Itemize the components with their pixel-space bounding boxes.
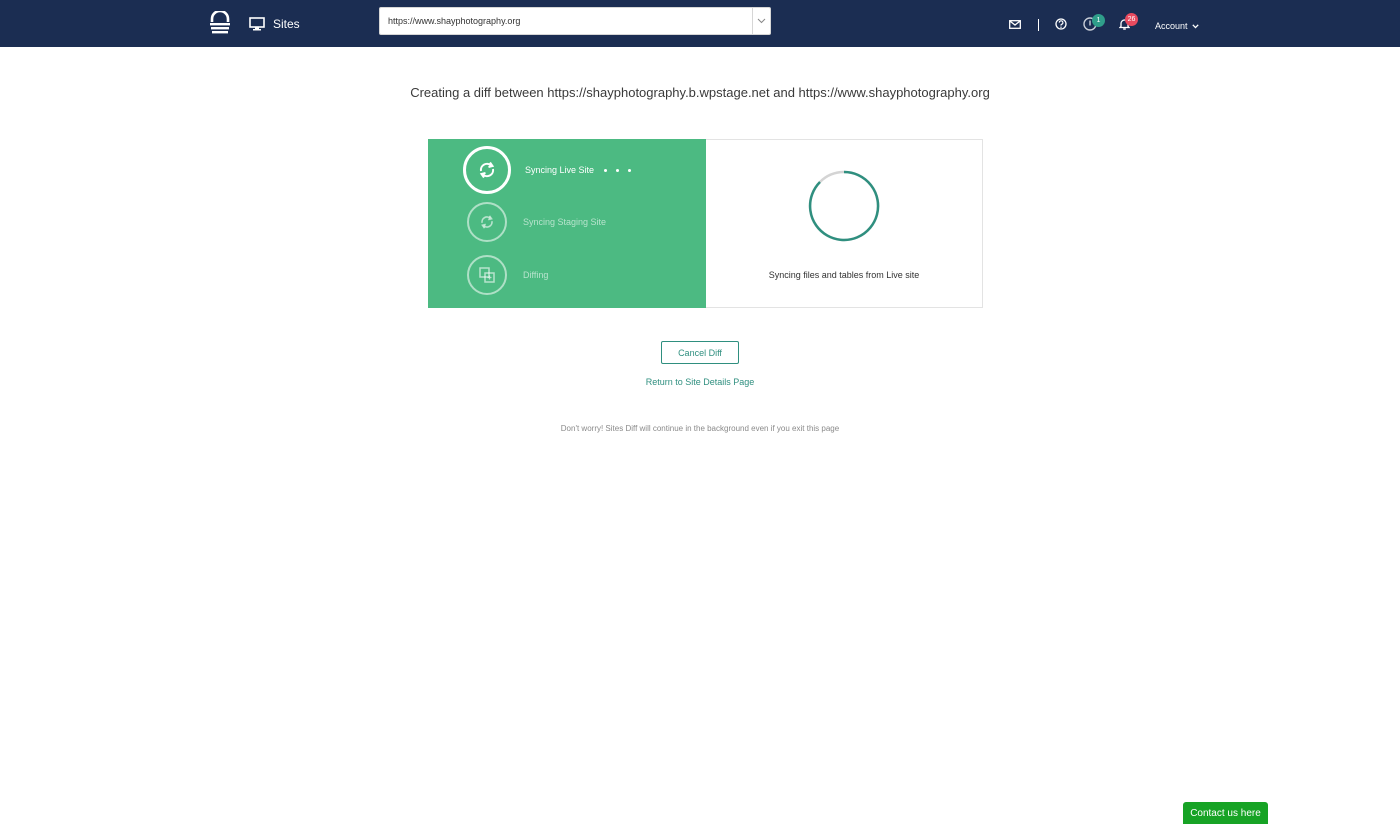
step-label: Diffing [523,270,549,280]
chevron-down-icon[interactable] [752,8,770,34]
account-menu[interactable]: Account [1155,21,1199,31]
step-ring [463,146,511,194]
nav-sites-label: Sites [273,17,300,31]
notifications-badge: 26 [1125,13,1138,26]
steps-panel: Syncing Live Site Syncing Staging Site D… [428,139,706,308]
sync-icon [479,161,495,179]
background-note: Don't worry! Sites Diff will continue in… [560,424,840,433]
mail-icon[interactable] [1007,16,1023,32]
return-to-site-details-link[interactable]: Return to Site Details Page [0,377,1400,387]
site-select-value: https://www.shayphotography.org [388,16,521,26]
step-ring [467,255,507,295]
account-label: Account [1155,21,1188,31]
logo-icon[interactable] [209,9,231,35]
nav-divider [1038,19,1039,31]
sync-icon [481,215,493,229]
chevron-down-icon [1191,23,1199,29]
status-badge: 1 [1092,14,1105,27]
step-diffing: Diffing [467,255,548,295]
diff-icon [479,267,495,283]
top-navbar: Sites https://www.shayphotography.org 1 … [0,0,1400,47]
monitor-icon [249,17,265,31]
progress-dots [604,168,632,172]
loading-spinner [808,170,880,242]
help-icon[interactable] [1053,16,1069,32]
step-ring [467,202,507,242]
status-icon[interactable]: 1 [1082,14,1105,32]
step-syncing-live-site: Syncing Live Site [463,146,632,194]
step-syncing-staging-site: Syncing Staging Site [467,202,606,242]
status-text: Syncing files and tables from Live site [768,270,920,280]
step-label: Syncing Live Site [525,165,595,175]
bell-icon[interactable]: 26 [1116,13,1138,32]
page-title: Creating a diff between https://shayphot… [410,85,990,100]
cancel-diff-button[interactable]: Cancel Diff [661,341,739,364]
nav-sites-link[interactable]: Sites [249,14,300,34]
site-select[interactable]: https://www.shayphotography.org [379,7,771,35]
step-label: Syncing Staging Site [523,217,607,227]
status-panel: Syncing files and tables from Live site [706,140,982,307]
diff-progress-card: Syncing Live Site Syncing Staging Site D… [428,139,983,308]
contact-us-button[interactable]: Contact us here [1183,802,1268,824]
